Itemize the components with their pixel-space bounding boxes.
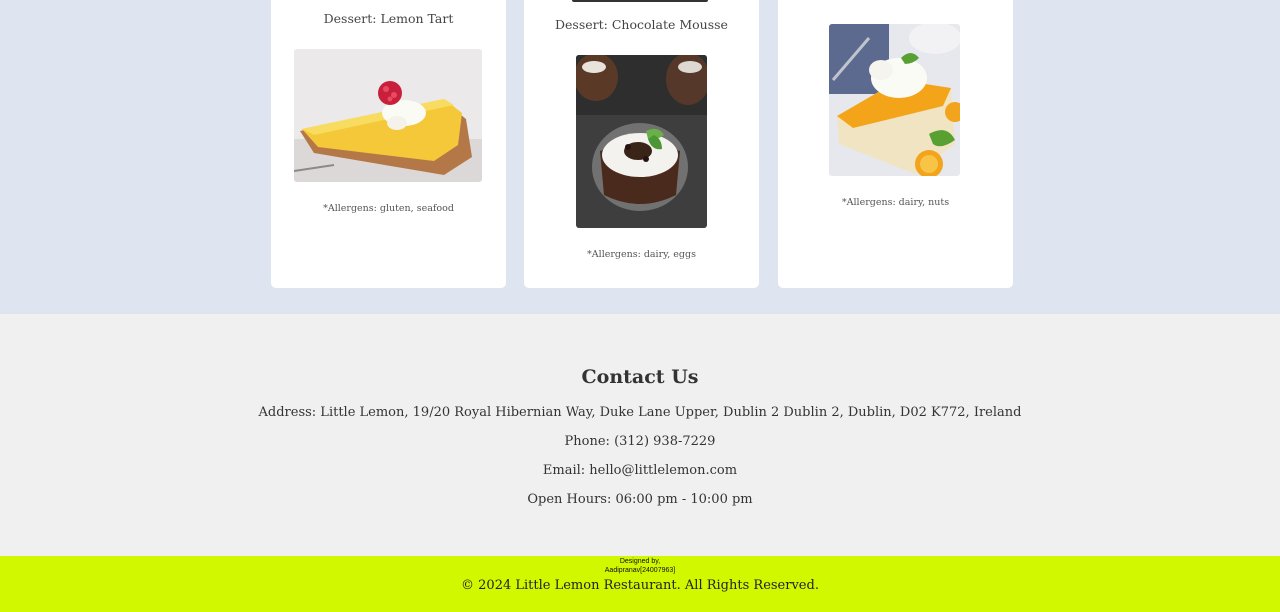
chocolate-mousse-image <box>576 55 707 228</box>
menu-card-lemon-tart: Dessert: Lemon Tart *Allergens: gluten, … <box>271 0 506 288</box>
orange-cheesecake-image <box>829 24 960 176</box>
menu-card-chocolate-mousse: Dessert: Chocolate Mousse *Allergens: da… <box>524 0 759 288</box>
contact-heading: Contact Us <box>581 366 699 388</box>
card-title: Dessert: Chocolate Mousse <box>555 17 728 32</box>
card-allergens: *Allergens: dairy, eggs <box>587 249 696 260</box>
footer: Designed by, Aadipranav[24007963] © 2024… <box>0 556 1280 612</box>
lemon-tart-image <box>294 49 482 182</box>
card-title: Dessert: Lemon Tart <box>323 11 454 26</box>
copyright-text: © 2024 Little Lemon Restaurant. All Righ… <box>461 578 819 593</box>
menu-section: Dessert: Lemon Tart *Allergens: gluten, … <box>0 0 1280 314</box>
contact-section: Contact Us Address: Little Lemon, 19/20 … <box>0 314 1280 556</box>
menu-card-orange-cheesecake: *Allergens: dairy, nuts <box>778 0 1013 288</box>
contact-email: Email: hello@littlelemon.com <box>542 463 738 478</box>
contact-phone: Phone: (312) 938-7229 <box>564 434 716 449</box>
designer-name: Aadipranav[24007963] <box>604 566 676 574</box>
contact-address: Address: Little Lemon, 19/20 Royal Hiber… <box>258 405 1022 420</box>
previous-image-edge <box>572 0 708 2</box>
designer-credit: Designed by, Aadipranav[24007963] <box>0 558 1280 575</box>
contact-hours: Open Hours: 06:00 pm - 10:00 pm <box>527 492 753 507</box>
card-allergens: *Allergens: gluten, seafood <box>323 203 454 214</box>
card-allergens: *Allergens: dairy, nuts <box>841 197 950 208</box>
designed-by-label: Designed by, <box>619 558 661 565</box>
